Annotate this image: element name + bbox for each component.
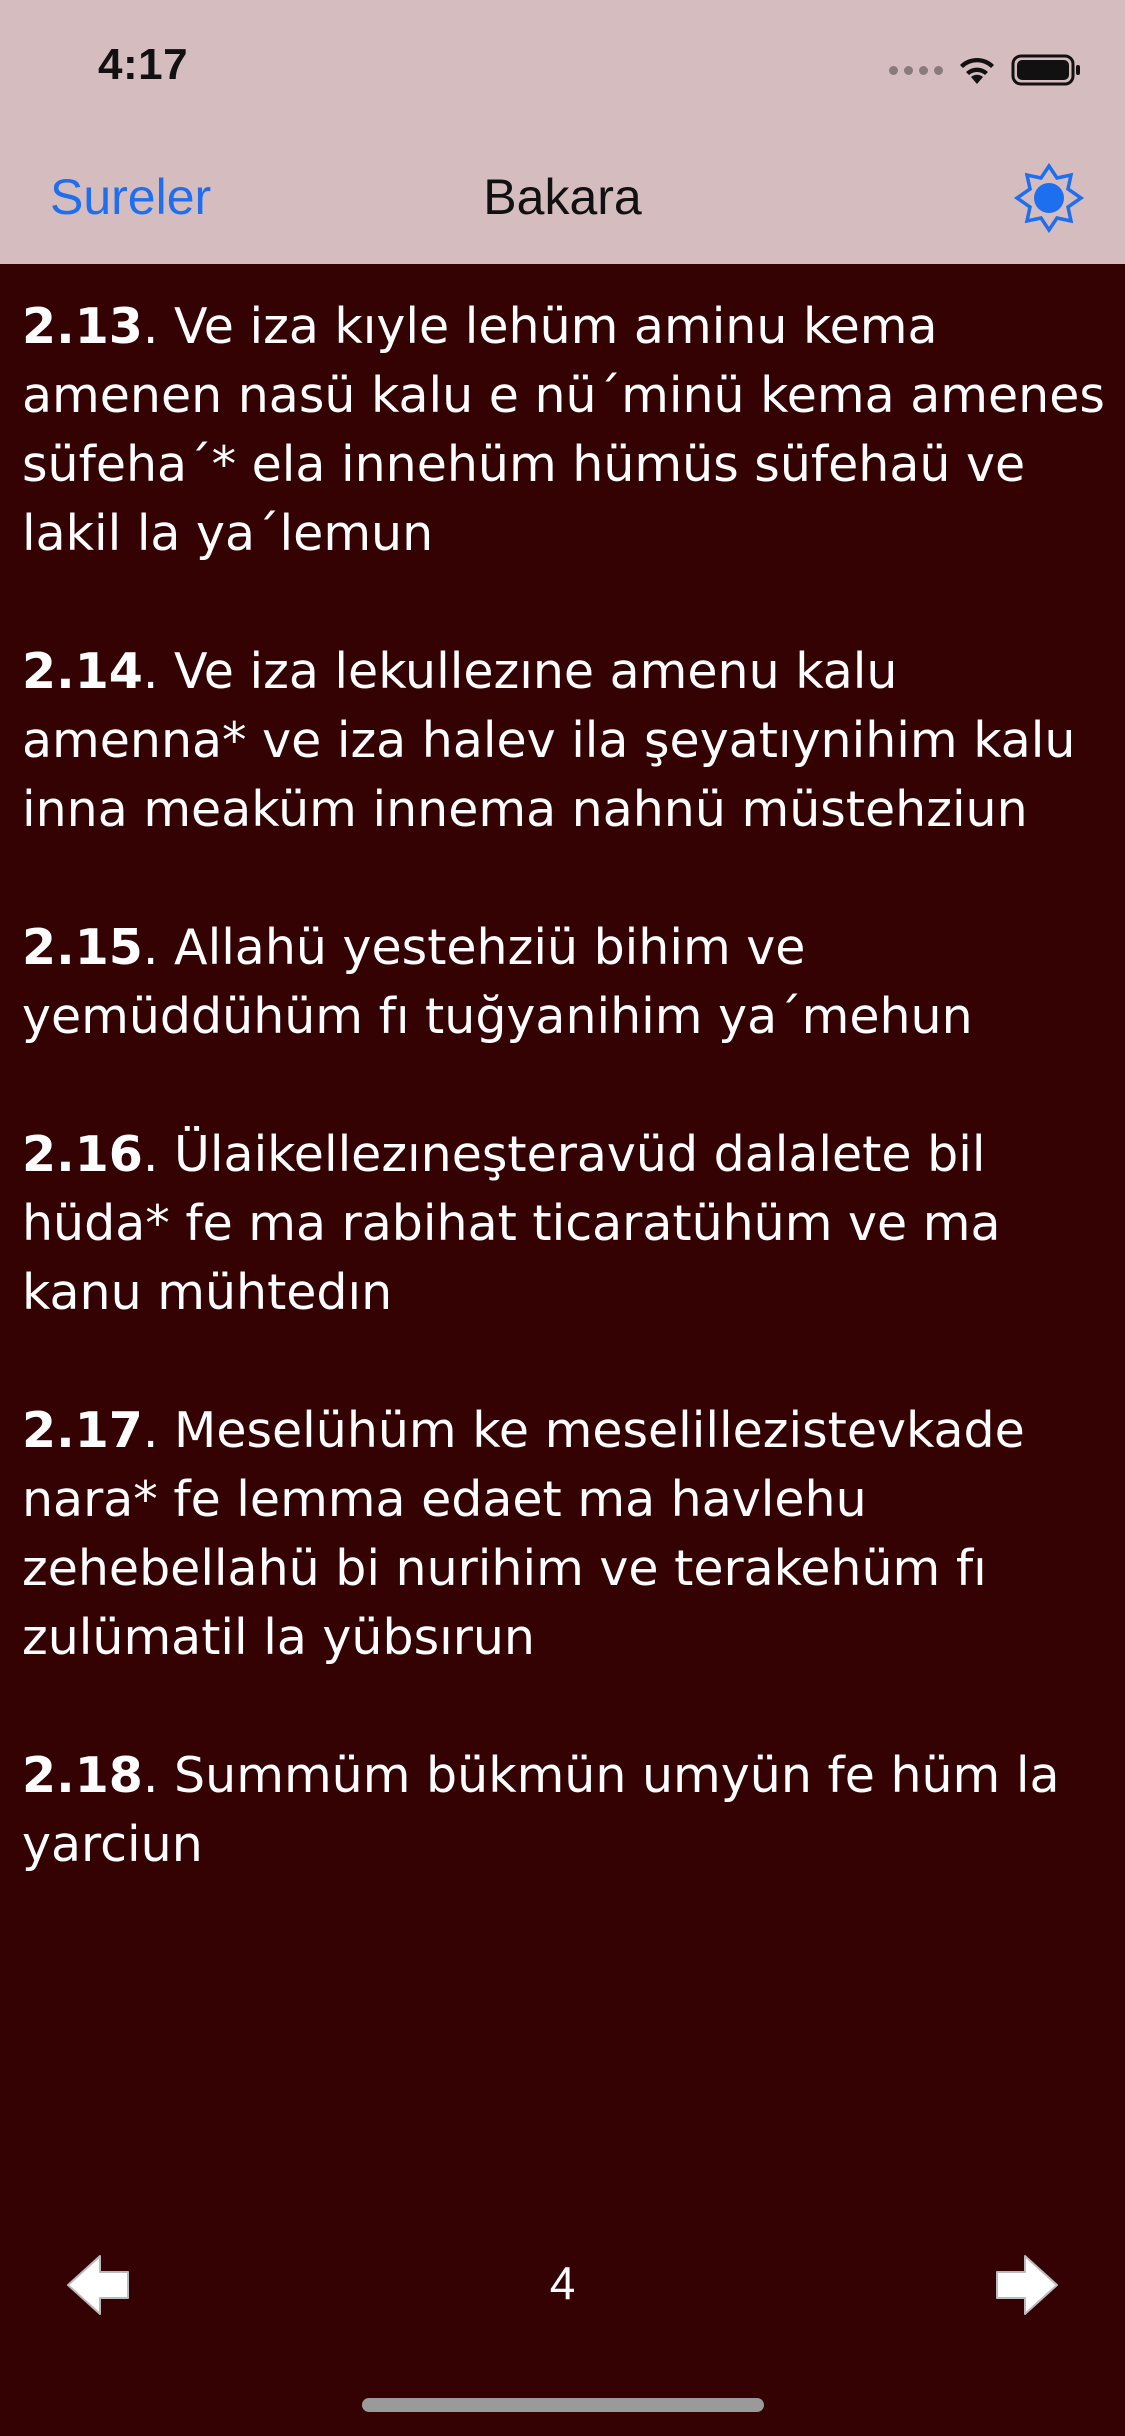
verse-item: 2.17. Meselühüm ke meselillezistevkade n… (22, 1396, 1112, 1672)
verse-number: 2.16 (22, 1126, 143, 1183)
verse-number: 2.17 (22, 1402, 143, 1459)
status-icons (889, 52, 1083, 88)
verse-item: 2.15. Allahü yestehziü bihim ve yemüddüh… (22, 913, 1112, 1051)
verse-number: 2.15 (22, 919, 143, 976)
verse-item: 2.16. Ülaikellezıneşteravüd dalalete bil… (22, 1120, 1112, 1327)
verse-list: 2.13. Ve iza kıyle lehüm aminu kema amen… (22, 292, 1112, 1948)
wifi-icon (960, 57, 994, 84)
verse-number: 2.14 (22, 643, 143, 700)
verse-text: . Meselühüm ke meselillezistevkade nara*… (22, 1402, 1025, 1666)
verse-number: 2.13 (22, 298, 143, 355)
verse-text: . Summüm bükmün umyün fe hüm la yarciun (22, 1747, 1060, 1873)
battery-icon (1011, 54, 1080, 86)
verse-item: 2.13. Ve iza kıyle lehüm aminu kema amen… (22, 292, 1112, 568)
verse-text: . Allahü yestehziü bihim ve yemüddühüm f… (22, 919, 973, 1045)
top-bar: 4:17 Sureler Bakara (0, 0, 1125, 264)
verse-item: 2.18. Summüm bükmün umyün fe hüm la yarc… (22, 1741, 1112, 1879)
next-page-button[interactable] (991, 2252, 1061, 2318)
gear-icon (1013, 162, 1085, 234)
verse-text: . Ülaikellezıneşteravüd dalalete bil hüd… (22, 1126, 1001, 1321)
status-time: 4:17 (98, 40, 189, 89)
page-number: 4 (549, 2257, 576, 2309)
verse-item: 2.14. Ve iza lekullezıne amenu kalu amen… (22, 637, 1112, 844)
home-indicator[interactable] (362, 2398, 764, 2412)
page-title: Bakara (483, 169, 642, 225)
cellular-signal-icon (889, 65, 943, 75)
verse-text: . Ve iza lekullezıne amenu kalu amenna* … (22, 643, 1076, 838)
arrow-right-icon (996, 2255, 1058, 2315)
settings-button[interactable] (1011, 160, 1087, 236)
verse-text: . Ve iza kıyle lehüm aminu kema amenen n… (22, 298, 1105, 562)
verse-number: 2.18 (22, 1747, 143, 1804)
